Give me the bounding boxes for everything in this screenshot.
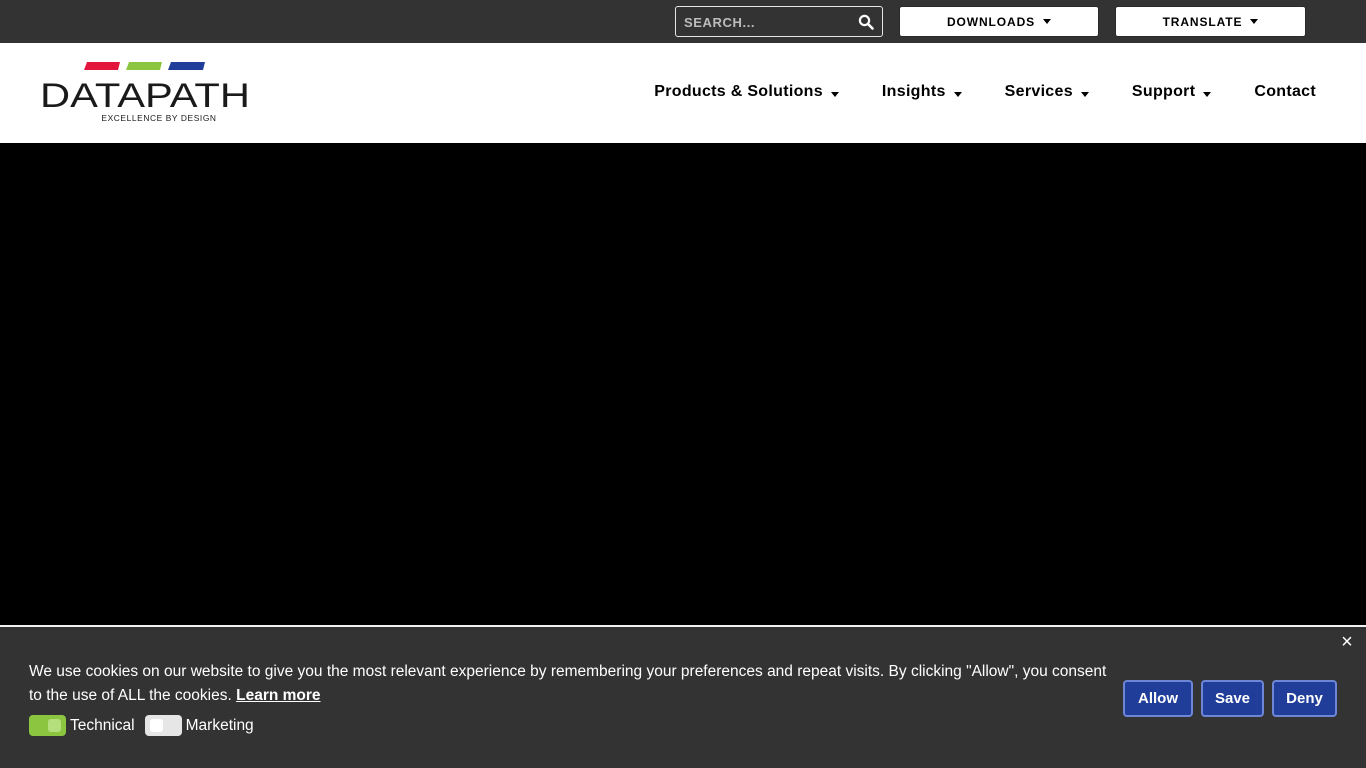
nav-contact[interactable]: Contact xyxy=(1254,83,1316,101)
nav-label: Products & Solutions xyxy=(654,83,823,100)
downloads-button[interactable]: DOWNLOADS xyxy=(899,6,1099,37)
save-button[interactable]: Save xyxy=(1201,680,1264,717)
search-box xyxy=(675,6,883,37)
translate-label: TRANSLATE xyxy=(1162,14,1243,29)
caret-down-icon xyxy=(830,91,839,97)
site-header: DATAPATH EXCELLENCE BY DESIGN Products &… xyxy=(0,43,1366,143)
translate-button[interactable]: TRANSLATE xyxy=(1115,6,1306,37)
toggle-switch-on[interactable] xyxy=(29,715,66,736)
search-icon[interactable] xyxy=(858,14,874,30)
toggle-knob xyxy=(48,719,61,732)
nav-label: Contact xyxy=(1254,83,1316,100)
toggle-knob xyxy=(149,719,163,732)
cookie-message: We use cookies on our website to give yo… xyxy=(29,660,1114,708)
cookie-message-text: We use cookies on our website to give yo… xyxy=(29,663,1107,704)
learn-more-link[interactable]: Learn more xyxy=(236,687,320,704)
caret-down-icon xyxy=(1203,91,1212,97)
utility-bar: DOWNLOADS TRANSLATE xyxy=(0,0,1366,43)
main-nav: Products & Solutions Insights Services S… xyxy=(611,83,1316,101)
caret-down-icon xyxy=(1080,91,1089,97)
nav-products-solutions[interactable]: Products & Solutions xyxy=(654,83,839,101)
downloads-label: DOWNLOADS xyxy=(946,14,1036,29)
caret-down-icon xyxy=(1250,19,1259,24)
nav-insights[interactable]: Insights xyxy=(882,83,962,101)
search-input[interactable] xyxy=(684,12,844,32)
nav-label: Support xyxy=(1131,83,1196,100)
nav-services[interactable]: Services xyxy=(1005,83,1089,101)
cookie-banner: × We use cookies on our website to give … xyxy=(0,625,1366,768)
nav-support[interactable]: Support xyxy=(1131,83,1212,101)
nav-label: Services xyxy=(1004,83,1073,100)
cookie-toggles: Technical Marketing xyxy=(29,715,264,736)
deny-button[interactable]: Deny xyxy=(1272,680,1337,717)
hero-video[interactable] xyxy=(0,143,1366,625)
allow-button[interactable]: Allow xyxy=(1123,680,1193,717)
nav-label: Insights xyxy=(881,83,946,100)
toggle-label: Technical xyxy=(70,716,135,734)
logo-wordmark: DATAPATH xyxy=(40,77,250,115)
toggle-label: Marketing xyxy=(185,716,254,734)
close-icon[interactable]: × xyxy=(1339,632,1355,652)
caret-down-icon xyxy=(1043,19,1052,24)
toggle-switch-off[interactable] xyxy=(144,715,182,736)
logo-tagline: EXCELLENCE BY DESIGN xyxy=(101,113,216,123)
datapath-logo[interactable]: DATAPATH EXCELLENCE BY DESIGN xyxy=(38,62,252,124)
toggle-technical[interactable]: Technical xyxy=(29,715,135,736)
toggle-marketing[interactable]: Marketing xyxy=(144,715,254,736)
caret-down-icon xyxy=(953,91,962,97)
